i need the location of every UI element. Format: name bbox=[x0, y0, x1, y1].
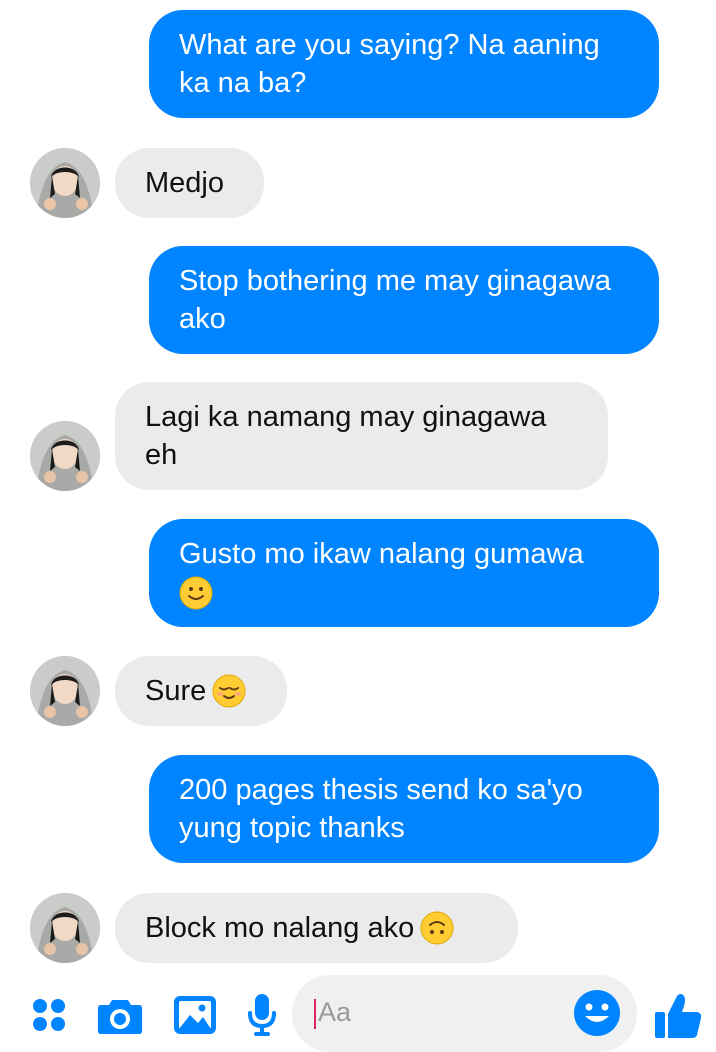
contact-avatar[interactable] bbox=[30, 421, 100, 491]
sent-message-bubble[interactable]: Gusto mo ikaw nalang gumawa bbox=[149, 519, 659, 627]
message-text: Gusto mo ikaw nalang gumawa bbox=[179, 538, 584, 570]
slightly-smiling-face-icon bbox=[179, 576, 213, 610]
sent-message-bubble[interactable]: Stop bothering me may ginagawa ako bbox=[149, 246, 659, 354]
received-message-bubble[interactable]: Sure bbox=[115, 656, 287, 726]
image-icon bbox=[174, 996, 216, 1034]
camera-icon bbox=[98, 1000, 142, 1034]
like-button[interactable] bbox=[648, 985, 708, 1045]
message-content: Sure bbox=[145, 672, 257, 710]
camera-button[interactable] bbox=[90, 985, 150, 1045]
apps-grid-icon bbox=[33, 999, 65, 1031]
received-message-bubble[interactable]: Medjo bbox=[115, 148, 264, 218]
upside-down-face-icon bbox=[420, 911, 454, 945]
microphone-icon bbox=[248, 994, 276, 1036]
received-message-bubble[interactable]: Block mo nalang ako bbox=[115, 893, 518, 963]
message-text: Lagi ka namang may ginagawa eh bbox=[145, 401, 547, 471]
apps-grid-button[interactable] bbox=[19, 985, 79, 1045]
message-text: What are you saying? Na aaning ka na ba? bbox=[179, 29, 600, 99]
message-input[interactable]: Aa bbox=[292, 975, 637, 1052]
message-text: Sure bbox=[145, 675, 207, 707]
sent-message-bubble[interactable]: 200 pages thesis send ko sa'yo yung topi… bbox=[149, 755, 659, 863]
received-message-bubble[interactable]: Lagi ka namang may ginagawa eh bbox=[115, 382, 608, 490]
contact-avatar[interactable] bbox=[30, 893, 100, 963]
voice-record-button[interactable] bbox=[232, 985, 292, 1045]
contact-avatar[interactable] bbox=[30, 148, 100, 218]
image-gallery-button[interactable] bbox=[165, 985, 225, 1045]
message-text: Stop bothering me may ginagawa ako bbox=[179, 265, 612, 335]
message-content: Gusto mo ikaw nalang gumawa bbox=[179, 535, 629, 611]
message-text: Block mo nalang ako bbox=[145, 912, 415, 944]
contact-avatar[interactable] bbox=[30, 656, 100, 726]
emoji-icon bbox=[574, 990, 620, 1036]
message-composer: Aa bbox=[0, 975, 716, 1052]
message-text: Medjo bbox=[145, 167, 224, 199]
message-content: Block mo nalang ako bbox=[145, 909, 488, 947]
message-text: 200 pages thesis send ko sa'yo yung topi… bbox=[179, 774, 583, 844]
like-thumbs-up-icon bbox=[655, 994, 702, 1038]
message-input-placeholder: Aa bbox=[318, 997, 352, 1027]
emoji-button[interactable] bbox=[572, 988, 622, 1038]
relieved-face-icon bbox=[212, 674, 246, 708]
sent-message-bubble[interactable]: What are you saying? Na aaning ka na ba? bbox=[149, 10, 659, 118]
text-cursor bbox=[314, 999, 316, 1029]
